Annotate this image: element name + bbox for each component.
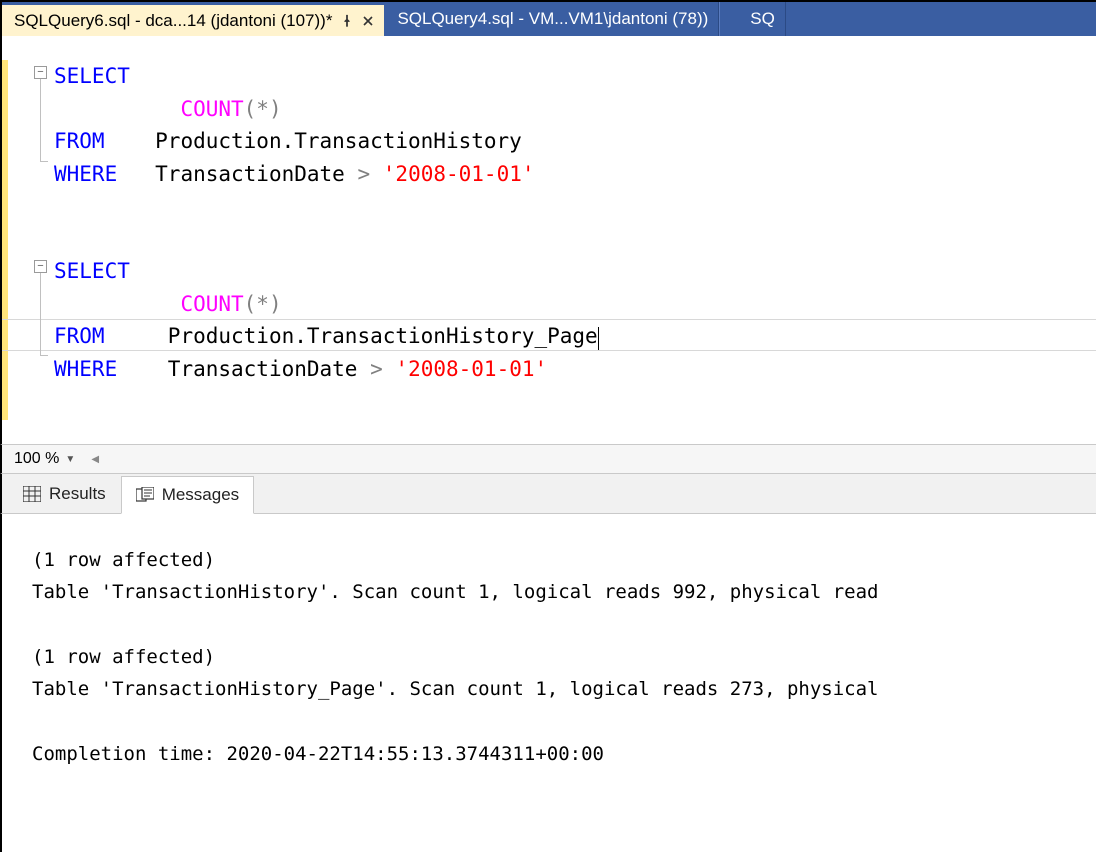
sql-editor[interactable]: − − SELECT COUNT(*) FROM Production.Tran… [2,36,1096,444]
file-tab-label: SQLQuery6.sql - dca...14 (jdantoni (107)… [14,11,332,31]
file-tab-bar: SQLQuery6.sql - dca...14 (jdantoni (107)… [0,0,1096,36]
fold-line [40,79,41,161]
horizontal-scroll-mini[interactable]: ◀ [81,453,101,465]
file-tab-label: SQLQuery4.sql - VM...VM1\jdantoni (78)) [397,9,708,29]
tab-messages[interactable]: Messages [121,476,254,514]
chevron-down-icon: ▼ [65,454,75,465]
results-grid-icon [23,486,41,502]
fold-toggle-icon[interactable]: − [34,66,47,79]
message-line: Completion time: 2020-04-22T14:55:13.374… [32,743,604,765]
tab-label: Messages [162,485,239,505]
file-tab-active[interactable]: SQLQuery6.sql - dca...14 (jdantoni (107)… [2,2,385,36]
close-icon[interactable] [362,15,374,27]
message-line: Table 'TransactionHistory'. Scan count 1… [32,581,878,603]
zoom-level-value: 100 % [14,450,59,468]
fold-end [40,161,48,162]
zoom-level-select[interactable]: 100 % ▼ [2,450,81,468]
tab-label: Results [49,484,106,504]
message-line: Table 'TransactionHistory_Page'. Scan co… [32,678,878,700]
code-text[interactable]: SELECT COUNT(*) FROM Production.Transact… [54,60,599,420]
messages-output[interactable]: (1 row affected) Table 'TransactionHisto… [0,514,1096,852]
file-tab-label: SQ [750,9,775,29]
fold-toggle-icon[interactable]: − [34,260,47,273]
message-line: (1 row affected) [32,646,215,668]
messages-icon [136,487,154,503]
fold-end [40,355,48,356]
zoom-bar: 100 % ▼ ◀ [0,444,1096,474]
fold-gutter: − − [32,60,54,420]
file-tab-partial[interactable]: SQ [719,2,786,36]
file-tab-inactive[interactable]: SQLQuery4.sql - VM...VM1\jdantoni (78)) [385,2,719,36]
message-line: (1 row affected) [32,549,215,571]
selection-margin [8,60,32,420]
pin-icon[interactable] [340,14,354,28]
output-tab-bar: Results Messages [0,474,1096,514]
text-cursor [598,327,599,351]
scroll-left-icon[interactable]: ◀ [89,453,101,465]
tab-results[interactable]: Results [8,475,121,513]
fold-line [40,273,41,355]
